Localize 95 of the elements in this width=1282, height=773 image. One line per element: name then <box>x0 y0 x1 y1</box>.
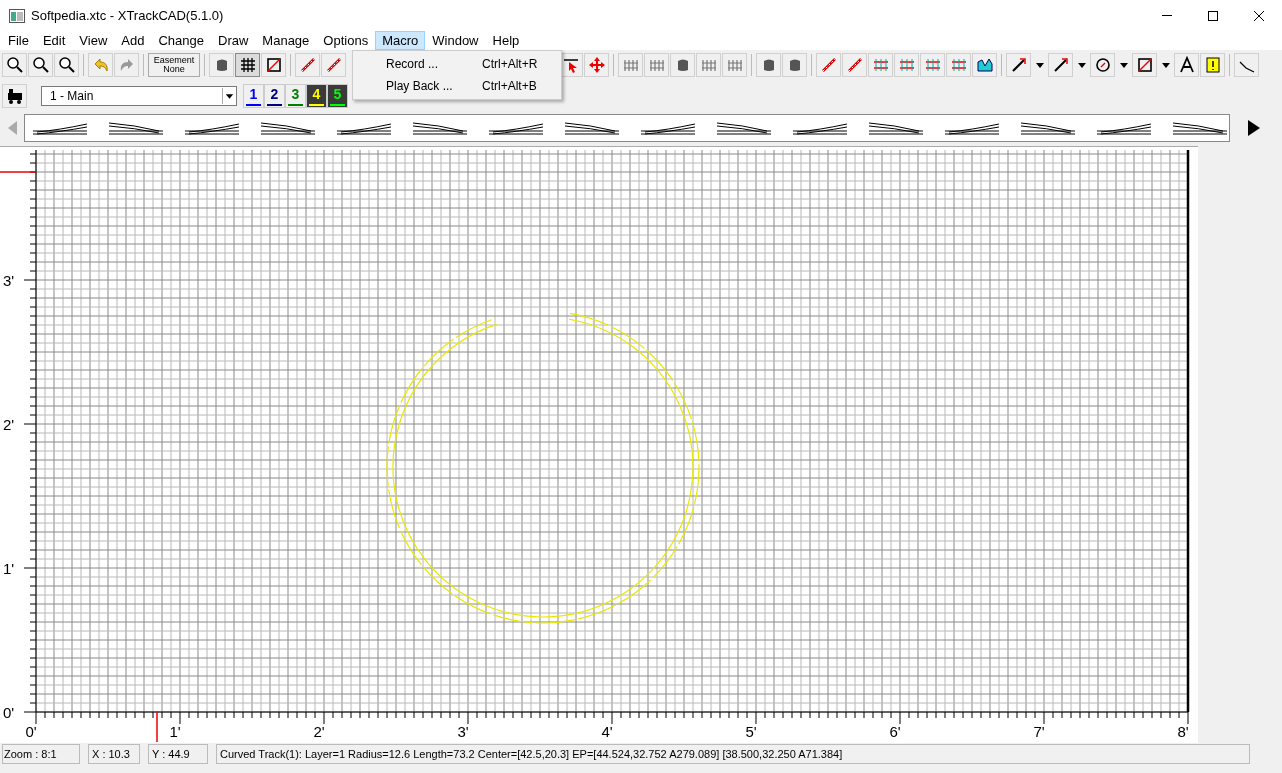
grid-button[interactable] <box>235 53 260 77</box>
ruler-label: 1' <box>3 560 15 577</box>
track-icon <box>923 56 942 74</box>
layout-canvas[interactable]: 0' 1' 2' 3' 4' 5' 6' 7' 8' 3' 2' 1' 0' <box>0 146 1198 742</box>
text-tool-icon <box>1177 56 1196 74</box>
layer-button[interactable]: 5 <box>327 84 348 108</box>
layer-button[interactable]: 3 <box>285 84 306 108</box>
menu-item[interactable]: Draw <box>211 31 256 50</box>
menu-item[interactable]: Window <box>425 31 486 50</box>
layer-button[interactable]: 2 <box>264 84 285 108</box>
select-arrow-icon <box>561 56 580 74</box>
track-icon <box>897 56 916 74</box>
ruler-label: 3' <box>457 723 469 740</box>
window-title: Softpedia.xtc - XTrackCAD(5.1.0) <box>31 6 224 25</box>
snap-button[interactable] <box>261 53 286 77</box>
ruler-label: 5' <box>745 723 757 740</box>
right-arrow-icon <box>1247 119 1261 137</box>
ruler-cursor-marker <box>156 711 158 743</box>
zoom-out-button[interactable] <box>28 53 53 77</box>
move-arrows-icon <box>587 56 606 74</box>
note-button[interactable] <box>1200 53 1225 77</box>
ruler-label: 3' <box>3 272 15 289</box>
ruler-cursor-marker <box>0 171 37 173</box>
zoom-extent-icon <box>57 56 76 74</box>
zoom-extent-button[interactable] <box>54 53 79 77</box>
menu-entry[interactable]: Record ... Ctrl+Alt+R <box>353 53 561 75</box>
profile-button[interactable] <box>972 53 997 77</box>
caret-icon <box>1077 62 1086 68</box>
menu-item[interactable]: Help <box>485 31 527 50</box>
layer-button[interactable]: 4 <box>306 84 327 108</box>
zoom-in-button[interactable] <box>2 53 27 77</box>
train-button[interactable] <box>2 84 27 108</box>
caret-icon <box>1035 62 1044 68</box>
box-button[interactable] <box>1132 53 1157 77</box>
ruler-button[interactable] <box>1234 53 1259 77</box>
y-coordinate: Y : 44.9 <box>148 744 208 764</box>
menu-item[interactable]: Add <box>114 31 152 50</box>
tunnel-button[interactable] <box>722 53 747 77</box>
menu-item[interactable]: Manage <box>255 31 317 50</box>
x-coordinate: X : 10.3 <box>88 744 140 764</box>
caret-icon <box>1119 62 1128 68</box>
ruler-label: 2' <box>313 723 325 740</box>
zoom-status: Zoom : 8:1 <box>2 744 80 764</box>
profile-icon <box>975 56 994 74</box>
menu-item[interactable]: Macro <box>375 31 426 50</box>
menu-entry[interactable]: Play Back ... Ctrl+Alt+B <box>353 75 561 97</box>
menu-item[interactable]: File <box>1 31 36 50</box>
parallel-button[interactable] <box>868 53 893 77</box>
circle-icon <box>1093 56 1112 74</box>
note-icon <box>1203 56 1222 74</box>
split-button[interactable] <box>894 53 919 77</box>
ruler-label: 4' <box>601 723 613 740</box>
menu-item[interactable]: Change <box>151 31 211 50</box>
maximize-icon <box>1208 10 1218 21</box>
zoom-in-icon <box>5 56 24 74</box>
ruler-label: 1' <box>169 723 181 740</box>
bridge-button[interactable] <box>782 53 807 77</box>
grid-icon <box>238 56 257 74</box>
layer-button[interactable]: 1 <box>243 84 264 108</box>
track-icon <box>949 56 968 74</box>
minimize-icon <box>1162 15 1172 16</box>
ruler-label: 0' <box>25 723 37 740</box>
app-icon <box>9 8 25 23</box>
left-arrow-icon <box>6 120 18 136</box>
easement-button[interactable]: Easement None <box>148 53 200 77</box>
ruler-label: 8' <box>1177 723 1189 740</box>
join-button[interactable] <box>842 53 867 77</box>
circle-button[interactable] <box>1090 53 1115 77</box>
locomotive-icon <box>5 87 24 105</box>
ruler-label: 7' <box>1033 723 1045 740</box>
parallel-track-icon <box>871 56 890 74</box>
hide-button[interactable] <box>756 53 781 77</box>
menu-item[interactable]: Options <box>316 31 376 50</box>
close-icon <box>1254 10 1264 21</box>
status-message: Curved Track(1): Layer=1 Radius=12.6 Length=73.2 Center=[42.5,20.3] EP=[44.524,32.752 A279.089] [38.500,32.250 A71.384] <box>216 744 1250 764</box>
zoom-out-icon <box>31 56 50 74</box>
curve-button[interactable] <box>1048 53 1073 77</box>
ruler-label: 6' <box>889 723 901 740</box>
menu-item[interactable]: Edit <box>35 31 73 50</box>
describe-button[interactable] <box>920 53 945 77</box>
ruler-label: 0' <box>3 704 15 721</box>
elevation-button[interactable] <box>946 53 971 77</box>
menu-item[interactable]: View <box>72 31 115 50</box>
move-button[interactable] <box>584 53 609 77</box>
box-icon <box>1135 56 1154 74</box>
connect-button[interactable] <box>644 53 669 77</box>
ruler-label: 2' <box>3 416 15 433</box>
undo-button[interactable] <box>88 53 113 77</box>
dropdown-arrow-icon <box>222 88 236 104</box>
caret-icon <box>1161 62 1170 68</box>
layer-select[interactable]: 1 - Main <box>41 86 237 106</box>
line-button[interactable] <box>1006 53 1031 77</box>
flip-button[interactable] <box>670 53 695 77</box>
text-button[interactable] <box>1174 53 1199 77</box>
map-button[interactable] <box>209 53 234 77</box>
